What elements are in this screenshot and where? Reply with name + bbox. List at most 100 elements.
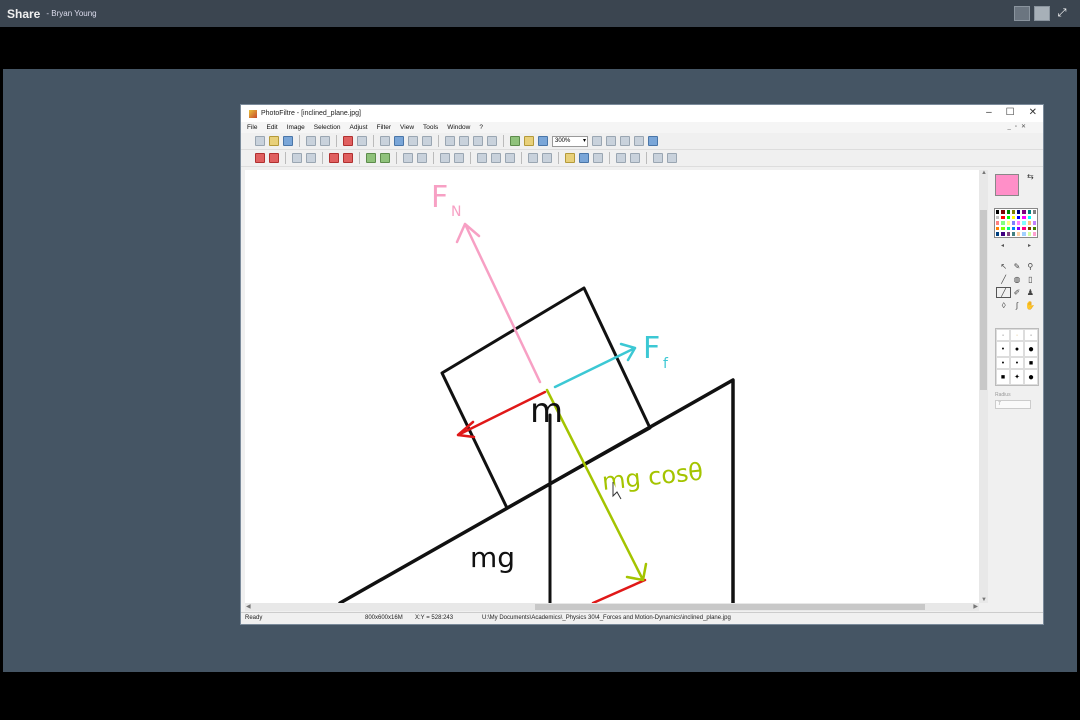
blur-tool-icon[interactable]: ◊ — [997, 301, 1010, 310]
emboss-icon[interactable] — [528, 153, 538, 163]
pointer-tool-icon[interactable]: ↖ — [997, 262, 1010, 271]
swap-colors-icon[interactable]: ⇆ — [1027, 172, 1034, 181]
menu-image[interactable]: Image — [287, 124, 305, 131]
fit-image-icon[interactable] — [634, 136, 644, 146]
color-palette-grid[interactable] — [994, 208, 1038, 238]
palette-prev-icon[interactable]: ◂ — [1001, 242, 1004, 250]
horizontal-scroll-thumb[interactable] — [535, 604, 925, 610]
text-icon[interactable] — [487, 136, 497, 146]
menu-edit[interactable]: Edit — [266, 124, 277, 131]
image-size-icon[interactable] — [459, 136, 469, 146]
brush-size-8[interactable]: • — [1010, 357, 1024, 369]
flip-vertical-icon[interactable] — [630, 153, 640, 163]
smudge-tool-icon[interactable]: ∫ — [1010, 301, 1023, 310]
brush-size-2[interactable]: · — [1010, 329, 1024, 341]
auto-levels-icon[interactable] — [255, 153, 265, 163]
rotate-right-icon[interactable] — [667, 153, 677, 163]
cut-icon[interactable] — [380, 136, 390, 146]
rotate-left-icon[interactable] — [653, 153, 663, 163]
gradient-icon[interactable] — [565, 153, 575, 163]
stamp-tool-icon[interactable]: ♟ — [1024, 288, 1037, 297]
new-file-icon[interactable] — [255, 136, 265, 146]
undo-icon[interactable] — [343, 136, 353, 146]
spray-tool-icon[interactable]: ▯ — [1024, 275, 1037, 284]
paste-as-image-icon[interactable] — [422, 136, 432, 146]
hand-tool-icon[interactable]: ✋ — [1024, 301, 1037, 310]
brush-size-4[interactable]: • — [996, 341, 1010, 357]
palette-next-icon[interactable]: ▸ — [1028, 242, 1031, 250]
print-icon[interactable] — [306, 136, 316, 146]
brush-size-11[interactable]: ✦ — [1010, 369, 1024, 385]
menu-adjust[interactable]: Adjust — [350, 124, 368, 131]
copy-icon[interactable] — [394, 136, 404, 146]
grayscale-icon[interactable] — [440, 153, 450, 163]
canvas-size-icon[interactable] — [473, 136, 483, 146]
magic-wand-tool-icon[interactable]: ⚲ — [1024, 262, 1037, 271]
gamma-plus-icon[interactable] — [417, 153, 427, 163]
soften-icon[interactable] — [491, 153, 501, 163]
saturation-plus-icon[interactable] — [380, 153, 390, 163]
menu-tools[interactable]: Tools — [423, 124, 438, 131]
flip-horizontal-icon[interactable] — [616, 153, 626, 163]
brush-size-12[interactable]: ● — [1024, 369, 1038, 385]
paste-icon[interactable] — [408, 136, 418, 146]
blur-icon[interactable] — [477, 153, 487, 163]
maximize-icon[interactable]: ☐ — [1006, 107, 1015, 118]
menu-view[interactable]: View — [400, 124, 414, 131]
gamma-minus-icon[interactable] — [403, 153, 413, 163]
view-mode-button-2[interactable] — [1034, 6, 1050, 21]
redo-icon[interactable] — [357, 136, 367, 146]
menu-selection[interactable]: Selection — [314, 124, 341, 131]
brush-size-1[interactable]: · — [996, 329, 1010, 341]
scan-icon[interactable] — [320, 136, 330, 146]
minimize-icon[interactable]: – — [986, 107, 992, 118]
contrast-plus-icon[interactable] — [343, 153, 353, 163]
fullscreen-icon[interactable]: ⤢ — [1054, 6, 1070, 21]
menu-help[interactable]: ? — [479, 124, 483, 131]
saturation-minus-icon[interactable] — [366, 153, 376, 163]
open-file-icon[interactable] — [269, 136, 279, 146]
view-mode-button-1[interactable] — [1014, 6, 1030, 21]
brightness-plus-icon[interactable] — [306, 153, 316, 163]
auto-contrast-icon[interactable] — [269, 153, 279, 163]
fit-window-icon[interactable] — [538, 136, 548, 146]
eyedropper-tool-icon[interactable]: ✎ — [1010, 262, 1023, 271]
brush-size-10[interactable]: ■ — [996, 369, 1010, 385]
menu-filter[interactable]: Filter — [377, 124, 391, 131]
vertical-scrollbar[interactable]: ▲ ▼ — [979, 170, 988, 603]
horizontal-scrollbar[interactable]: ◀ ▶ — [245, 603, 979, 611]
plugin-icon[interactable] — [510, 136, 520, 146]
close-icon[interactable]: ✕ — [1029, 107, 1037, 118]
contrast-minus-icon[interactable] — [329, 153, 339, 163]
zoom-in-icon[interactable] — [592, 136, 602, 146]
brightness-minus-icon[interactable] — [292, 153, 302, 163]
advanced-brush-tool-icon[interactable]: ✐ — [1010, 288, 1023, 297]
menu-window[interactable]: Window — [447, 124, 470, 131]
duplicate-icon[interactable] — [445, 136, 455, 146]
sharpen-icon[interactable] — [505, 153, 515, 163]
sepia-icon[interactable] — [454, 153, 464, 163]
line-tool-icon[interactable]: ╱ — [997, 275, 1010, 284]
menu-file[interactable]: File — [247, 124, 257, 131]
brush-size-6[interactable]: ● — [1024, 341, 1038, 357]
zoom-select[interactable]: 300% — [552, 135, 588, 147]
contour-icon[interactable] — [542, 153, 552, 163]
radius-input[interactable]: 7 — [995, 400, 1031, 409]
brush-size-3[interactable]: · — [1024, 329, 1038, 341]
frame-icon[interactable] — [579, 153, 589, 163]
zoom-out-icon[interactable] — [606, 136, 616, 146]
document-window-controls[interactable]: _▫✕ — [1008, 123, 1031, 130]
brush-size-9[interactable]: ■ — [1024, 357, 1038, 369]
text-effect-icon[interactable] — [593, 153, 603, 163]
foreground-color-swatch[interactable] — [995, 174, 1019, 196]
brush-size-5[interactable]: ● — [1010, 341, 1024, 357]
fill-tool-icon[interactable]: ◍ — [1010, 275, 1023, 284]
brush-tool-icon[interactable]: ╱ — [995, 287, 1012, 298]
save-icon[interactable] — [283, 136, 293, 146]
image-canvas[interactable]: F N F f m mg mg cosθ — [245, 170, 979, 603]
vertical-scroll-thumb[interactable] — [980, 210, 987, 390]
fullscreen-preview-icon[interactable] — [648, 136, 658, 146]
actual-size-icon[interactable] — [620, 136, 630, 146]
brush-size-7[interactable]: • — [996, 357, 1010, 369]
automate-icon[interactable] — [524, 136, 534, 146]
